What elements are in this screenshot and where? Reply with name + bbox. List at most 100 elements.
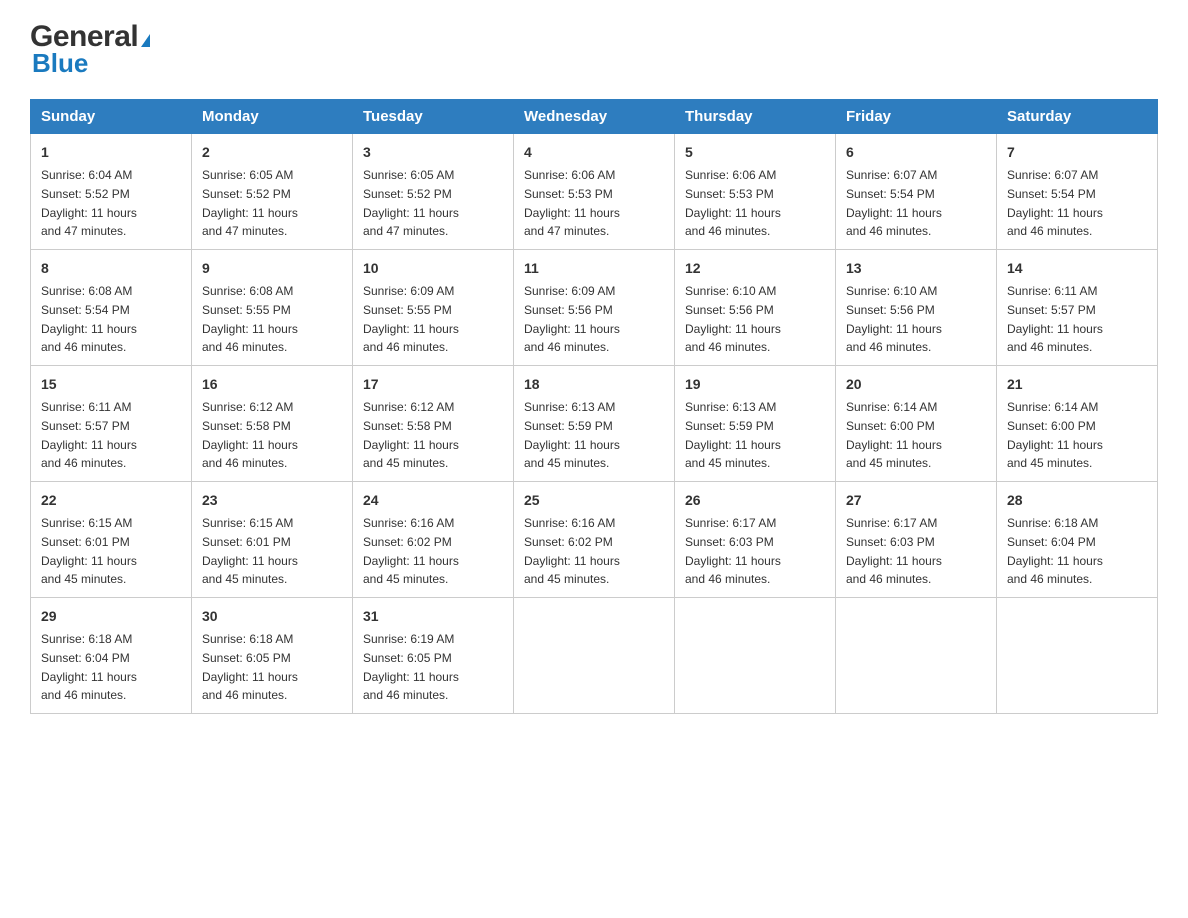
day-info: Sunrise: 6:17 AMSunset: 6:03 PMDaylight:…	[685, 516, 781, 586]
day-number: 19	[685, 374, 825, 395]
calendar-cell: 7 Sunrise: 6:07 AMSunset: 5:54 PMDayligh…	[997, 134, 1158, 250]
day-number: 10	[363, 258, 503, 279]
calendar-cell: 6 Sunrise: 6:07 AMSunset: 5:54 PMDayligh…	[836, 134, 997, 250]
day-info: Sunrise: 6:09 AMSunset: 5:55 PMDaylight:…	[363, 284, 459, 354]
calendar-cell: 30 Sunrise: 6:18 AMSunset: 6:05 PMDaylig…	[192, 598, 353, 714]
day-number: 23	[202, 490, 342, 511]
calendar-cell	[675, 598, 836, 714]
day-info: Sunrise: 6:04 AMSunset: 5:52 PMDaylight:…	[41, 168, 137, 238]
day-number: 18	[524, 374, 664, 395]
calendar-week-row: 15 Sunrise: 6:11 AMSunset: 5:57 PMDaylig…	[31, 366, 1158, 482]
weekday-header-sunday: Sunday	[31, 100, 192, 134]
day-number: 25	[524, 490, 664, 511]
calendar-week-row: 1 Sunrise: 6:04 AMSunset: 5:52 PMDayligh…	[31, 134, 1158, 250]
day-number: 17	[363, 374, 503, 395]
weekday-header-monday: Monday	[192, 100, 353, 134]
day-info: Sunrise: 6:14 AMSunset: 6:00 PMDaylight:…	[846, 400, 942, 470]
day-info: Sunrise: 6:06 AMSunset: 5:53 PMDaylight:…	[685, 168, 781, 238]
calendar-cell: 2 Sunrise: 6:05 AMSunset: 5:52 PMDayligh…	[192, 134, 353, 250]
day-number: 8	[41, 258, 181, 279]
day-info: Sunrise: 6:19 AMSunset: 6:05 PMDaylight:…	[363, 632, 459, 702]
day-info: Sunrise: 6:11 AMSunset: 5:57 PMDaylight:…	[41, 400, 137, 470]
calendar-cell: 4 Sunrise: 6:06 AMSunset: 5:53 PMDayligh…	[514, 134, 675, 250]
day-number: 12	[685, 258, 825, 279]
calendar-cell: 13 Sunrise: 6:10 AMSunset: 5:56 PMDaylig…	[836, 250, 997, 366]
day-info: Sunrise: 6:12 AMSunset: 5:58 PMDaylight:…	[202, 400, 298, 470]
calendar-cell: 26 Sunrise: 6:17 AMSunset: 6:03 PMDaylig…	[675, 482, 836, 598]
calendar-cell: 18 Sunrise: 6:13 AMSunset: 5:59 PMDaylig…	[514, 366, 675, 482]
day-info: Sunrise: 6:05 AMSunset: 5:52 PMDaylight:…	[202, 168, 298, 238]
calendar-cell: 24 Sunrise: 6:16 AMSunset: 6:02 PMDaylig…	[353, 482, 514, 598]
day-number: 26	[685, 490, 825, 511]
day-info: Sunrise: 6:18 AMSunset: 6:05 PMDaylight:…	[202, 632, 298, 702]
day-number: 13	[846, 258, 986, 279]
day-info: Sunrise: 6:16 AMSunset: 6:02 PMDaylight:…	[524, 516, 620, 586]
day-number: 15	[41, 374, 181, 395]
calendar-week-row: 29 Sunrise: 6:18 AMSunset: 6:04 PMDaylig…	[31, 598, 1158, 714]
calendar-cell: 14 Sunrise: 6:11 AMSunset: 5:57 PMDaylig…	[997, 250, 1158, 366]
calendar-cell: 31 Sunrise: 6:19 AMSunset: 6:05 PMDaylig…	[353, 598, 514, 714]
weekday-header-wednesday: Wednesday	[514, 100, 675, 134]
weekday-header-thursday: Thursday	[675, 100, 836, 134]
day-info: Sunrise: 6:09 AMSunset: 5:56 PMDaylight:…	[524, 284, 620, 354]
calendar-cell: 1 Sunrise: 6:04 AMSunset: 5:52 PMDayligh…	[31, 134, 192, 250]
day-number: 11	[524, 258, 664, 279]
day-number: 22	[41, 490, 181, 511]
day-number: 9	[202, 258, 342, 279]
calendar-cell: 12 Sunrise: 6:10 AMSunset: 5:56 PMDaylig…	[675, 250, 836, 366]
weekday-header-friday: Friday	[836, 100, 997, 134]
day-info: Sunrise: 6:06 AMSunset: 5:53 PMDaylight:…	[524, 168, 620, 238]
day-number: 30	[202, 606, 342, 627]
day-info: Sunrise: 6:10 AMSunset: 5:56 PMDaylight:…	[685, 284, 781, 354]
calendar-week-row: 22 Sunrise: 6:15 AMSunset: 6:01 PMDaylig…	[31, 482, 1158, 598]
day-info: Sunrise: 6:05 AMSunset: 5:52 PMDaylight:…	[363, 168, 459, 238]
calendar-cell: 25 Sunrise: 6:16 AMSunset: 6:02 PMDaylig…	[514, 482, 675, 598]
calendar-cell: 8 Sunrise: 6:08 AMSunset: 5:54 PMDayligh…	[31, 250, 192, 366]
day-number: 3	[363, 142, 503, 163]
page-header: General Blue	[30, 20, 1158, 79]
calendar-cell: 22 Sunrise: 6:15 AMSunset: 6:01 PMDaylig…	[31, 482, 192, 598]
calendar-cell: 29 Sunrise: 6:18 AMSunset: 6:04 PMDaylig…	[31, 598, 192, 714]
calendar-cell: 17 Sunrise: 6:12 AMSunset: 5:58 PMDaylig…	[353, 366, 514, 482]
day-number: 24	[363, 490, 503, 511]
day-info: Sunrise: 6:15 AMSunset: 6:01 PMDaylight:…	[202, 516, 298, 586]
calendar-cell: 28 Sunrise: 6:18 AMSunset: 6:04 PMDaylig…	[997, 482, 1158, 598]
day-number: 28	[1007, 490, 1147, 511]
calendar-table: SundayMondayTuesdayWednesdayThursdayFrid…	[30, 99, 1158, 714]
day-number: 27	[846, 490, 986, 511]
calendar-cell: 10 Sunrise: 6:09 AMSunset: 5:55 PMDaylig…	[353, 250, 514, 366]
day-info: Sunrise: 6:14 AMSunset: 6:00 PMDaylight:…	[1007, 400, 1103, 470]
day-number: 29	[41, 606, 181, 627]
day-info: Sunrise: 6:15 AMSunset: 6:01 PMDaylight:…	[41, 516, 137, 586]
calendar-cell	[514, 598, 675, 714]
day-info: Sunrise: 6:10 AMSunset: 5:56 PMDaylight:…	[846, 284, 942, 354]
calendar-cell: 20 Sunrise: 6:14 AMSunset: 6:00 PMDaylig…	[836, 366, 997, 482]
day-info: Sunrise: 6:17 AMSunset: 6:03 PMDaylight:…	[846, 516, 942, 586]
day-info: Sunrise: 6:13 AMSunset: 5:59 PMDaylight:…	[524, 400, 620, 470]
day-number: 31	[363, 606, 503, 627]
calendar-cell: 3 Sunrise: 6:05 AMSunset: 5:52 PMDayligh…	[353, 134, 514, 250]
weekday-header-tuesday: Tuesday	[353, 100, 514, 134]
calendar-cell: 9 Sunrise: 6:08 AMSunset: 5:55 PMDayligh…	[192, 250, 353, 366]
logo: General Blue	[30, 20, 150, 79]
day-number: 14	[1007, 258, 1147, 279]
day-info: Sunrise: 6:12 AMSunset: 5:58 PMDaylight:…	[363, 400, 459, 470]
calendar-week-row: 8 Sunrise: 6:08 AMSunset: 5:54 PMDayligh…	[31, 250, 1158, 366]
day-info: Sunrise: 6:08 AMSunset: 5:55 PMDaylight:…	[202, 284, 298, 354]
calendar-cell: 5 Sunrise: 6:06 AMSunset: 5:53 PMDayligh…	[675, 134, 836, 250]
calendar-cell	[997, 598, 1158, 714]
day-number: 7	[1007, 142, 1147, 163]
day-info: Sunrise: 6:16 AMSunset: 6:02 PMDaylight:…	[363, 516, 459, 586]
day-number: 4	[524, 142, 664, 163]
day-info: Sunrise: 6:18 AMSunset: 6:04 PMDaylight:…	[41, 632, 137, 702]
calendar-cell: 11 Sunrise: 6:09 AMSunset: 5:56 PMDaylig…	[514, 250, 675, 366]
logo-blue-text: Blue	[32, 48, 88, 78]
calendar-cell: 23 Sunrise: 6:15 AMSunset: 6:01 PMDaylig…	[192, 482, 353, 598]
calendar-cell: 15 Sunrise: 6:11 AMSunset: 5:57 PMDaylig…	[31, 366, 192, 482]
day-number: 2	[202, 142, 342, 163]
calendar-cell: 16 Sunrise: 6:12 AMSunset: 5:58 PMDaylig…	[192, 366, 353, 482]
day-info: Sunrise: 6:18 AMSunset: 6:04 PMDaylight:…	[1007, 516, 1103, 586]
day-info: Sunrise: 6:07 AMSunset: 5:54 PMDaylight:…	[1007, 168, 1103, 238]
day-info: Sunrise: 6:11 AMSunset: 5:57 PMDaylight:…	[1007, 284, 1103, 354]
day-number: 5	[685, 142, 825, 163]
